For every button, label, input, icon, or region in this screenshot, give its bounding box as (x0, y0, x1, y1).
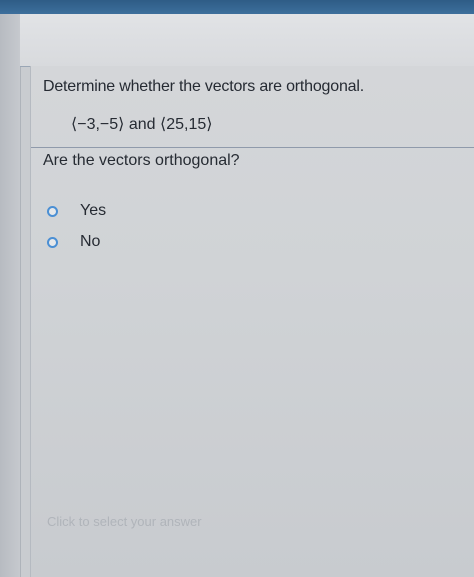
top-bar (0, 0, 474, 14)
radio-yes-icon[interactable] (47, 205, 58, 217)
left-sidebar-strip (0, 14, 21, 577)
option-no[interactable]: No (47, 233, 100, 251)
question-prompt: Determine whether the vectors are orthog… (43, 78, 364, 95)
vectors-expression: ⟨−3,−5⟩ and ⟨25,15⟩ (71, 116, 213, 133)
answer-hint: Click to select your answer (47, 514, 202, 529)
divider (31, 147, 474, 148)
radio-no-icon[interactable] (47, 236, 58, 248)
header-band (20, 14, 474, 67)
option-yes-label: Yes (80, 202, 107, 219)
subquestion-text: Are the vectors orthogonal? (43, 152, 240, 169)
option-no-label: No (80, 233, 101, 250)
option-yes[interactable]: Yes (47, 202, 106, 220)
question-panel: Determine whether the vectors are orthog… (30, 66, 474, 577)
